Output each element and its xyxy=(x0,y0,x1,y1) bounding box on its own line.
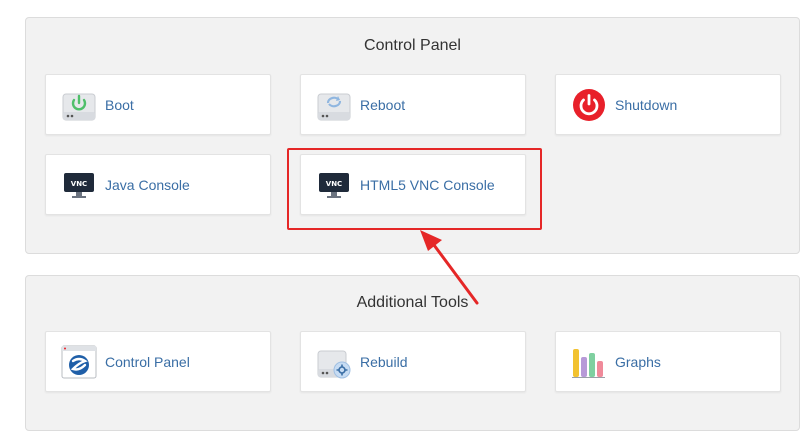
graphs-button[interactable]: Graphs xyxy=(555,331,781,392)
rebuild-drive-icon xyxy=(315,343,353,381)
vnc-badge: VNC xyxy=(71,180,87,188)
section-title: Control Panel xyxy=(364,37,461,54)
tile-label: Graphs xyxy=(615,353,661,370)
additional-tools-section: Additional Tools Control Panel Rebuild G… xyxy=(25,275,800,431)
power-on-drive-icon xyxy=(60,86,98,124)
control-panel-window-icon xyxy=(60,343,98,381)
reboot-drive-icon xyxy=(315,86,353,124)
tile-label: HTML5 VNC Console xyxy=(360,176,495,193)
boot-button[interactable]: Boot xyxy=(45,74,271,135)
reboot-button[interactable]: Reboot xyxy=(300,74,526,135)
shutdown-button[interactable]: Shutdown xyxy=(555,74,781,135)
tile-label: Control Panel xyxy=(105,353,190,370)
html5-vnc-console-button[interactable]: VNC HTML5 VNC Console xyxy=(300,154,526,215)
section-title: Additional Tools xyxy=(356,294,469,311)
tile-label: Rebuild xyxy=(360,353,408,370)
shutdown-icon xyxy=(570,86,608,124)
tile-label: Java Console xyxy=(105,176,190,193)
tile-label: Shutdown xyxy=(615,96,678,113)
tile-label: Reboot xyxy=(360,96,406,113)
java-console-button[interactable]: VNC Java Console xyxy=(45,154,271,215)
bar-graph-icon xyxy=(570,343,608,381)
control-panel-section: Control Panel Boot Reboot Shutdown VNC J… xyxy=(25,17,800,254)
rebuild-button[interactable]: Rebuild xyxy=(300,331,526,392)
vnc-monitor-icon: VNC xyxy=(315,166,353,204)
vnc-monitor-icon: VNC xyxy=(60,166,98,204)
tile-label: Boot xyxy=(105,96,134,113)
control-panel-button[interactable]: Control Panel xyxy=(45,331,271,392)
vnc-badge: VNC xyxy=(326,180,342,188)
